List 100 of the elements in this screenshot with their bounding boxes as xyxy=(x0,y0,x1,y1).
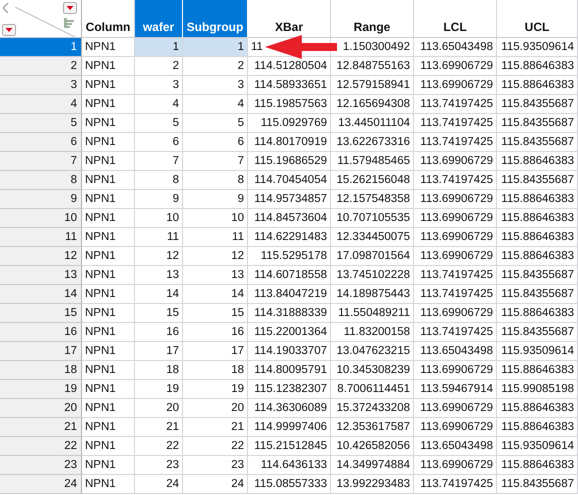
row-number[interactable]: 6 xyxy=(0,133,82,152)
table-cell: 10.426582056 xyxy=(331,437,414,456)
table-cell: 13.047623215 xyxy=(331,342,414,361)
table-cell: 115.88646383 xyxy=(497,76,578,95)
table-cell: 9 xyxy=(135,190,183,209)
column-header[interactable]: UCL xyxy=(497,0,578,38)
table-cell: NPN1 xyxy=(82,228,135,247)
table-cell: 113.84047219 xyxy=(248,285,331,304)
table-cell: 5 xyxy=(183,114,248,133)
row-number[interactable]: 9 xyxy=(0,190,82,209)
table-cell: 114.80170919 xyxy=(248,133,331,152)
table-cell: 8 xyxy=(135,171,183,190)
table-cell: 115.21512845 xyxy=(248,437,331,456)
table-cell: 115.84355687 xyxy=(497,95,578,114)
table-cell: NPN1 xyxy=(82,133,135,152)
table-cell: NPN1 xyxy=(82,285,135,304)
row-number[interactable]: 24 xyxy=(0,475,82,494)
table-cell: 16 xyxy=(183,323,248,342)
column-header[interactable]: wafer xyxy=(135,0,183,38)
table-cell: NPN1 xyxy=(82,266,135,285)
table-cell: 114.99997406 xyxy=(248,418,331,437)
row-number[interactable]: 12 xyxy=(0,247,82,266)
table-cell: NPN1 xyxy=(82,190,135,209)
table-cell: 12 xyxy=(135,247,183,266)
table-cell: 11 xyxy=(135,228,183,247)
table-cell: 7 xyxy=(183,152,248,171)
table-cell: 113.69906729 xyxy=(414,304,497,323)
table-cell: 16 xyxy=(135,323,183,342)
table-cell: 115.84355687 xyxy=(497,323,578,342)
table-cell: NPN1 xyxy=(82,171,135,190)
table-cell: 12.579158941 xyxy=(331,76,414,95)
row-number[interactable]: 2 xyxy=(0,57,82,76)
table-cell: 13.622673316 xyxy=(331,133,414,152)
column-header[interactable]: Subgroup xyxy=(183,0,248,38)
table-cell: 11.83200158 xyxy=(331,323,414,342)
row-number[interactable]: 18 xyxy=(0,361,82,380)
table-cell: 114.60718558 xyxy=(248,266,331,285)
table-cell: 113.69906729 xyxy=(414,247,497,266)
row-number[interactable]: 21 xyxy=(0,418,82,437)
collapse-icon[interactable] xyxy=(3,3,9,13)
table-cell: 6 xyxy=(135,133,183,152)
table-cell: 10 xyxy=(183,209,248,228)
table-cell: 115.88646383 xyxy=(497,247,578,266)
table-cell: 11.550489211 xyxy=(331,304,414,323)
row-number[interactable]: 8 xyxy=(0,171,82,190)
table-cell: 114.58933651 xyxy=(248,76,331,95)
table-cell: 20 xyxy=(183,399,248,418)
table-cell: 15.372433208 xyxy=(331,399,414,418)
table-cell: 22 xyxy=(135,437,183,456)
table-cell: 114.70454054 xyxy=(248,171,331,190)
table-cell: 12.165694308 xyxy=(331,95,414,114)
row-number[interactable]: 4 xyxy=(0,95,82,114)
table-cell: 5 xyxy=(135,114,183,133)
row-number[interactable]: 16 xyxy=(0,323,82,342)
table-cell: NPN1 xyxy=(82,152,135,171)
row-number[interactable]: 11 xyxy=(0,228,82,247)
table-cell: 17 xyxy=(135,342,183,361)
column-header[interactable]: Range xyxy=(331,0,414,38)
table-cell: 115.19686529 xyxy=(248,152,331,171)
column-header[interactable]: LCL xyxy=(414,0,497,38)
table-cell: 113.69906729 xyxy=(414,228,497,247)
table-cell: NPN1 xyxy=(82,456,135,475)
table-cell: 113.69906729 xyxy=(414,399,497,418)
row-number[interactable]: 23 xyxy=(0,456,82,475)
table-cell: 113.69906729 xyxy=(414,76,497,95)
table-cell: 115.88646383 xyxy=(497,209,578,228)
table-cell: 18 xyxy=(135,361,183,380)
dropdown-icon[interactable] xyxy=(2,24,16,36)
row-number[interactable]: 13 xyxy=(0,266,82,285)
table-cell: 22 xyxy=(183,437,248,456)
table-cell: 113.74197425 xyxy=(414,114,497,133)
row-number[interactable]: 10 xyxy=(0,209,82,228)
table-cell: 115.84355687 xyxy=(497,114,578,133)
table-cell: 12 xyxy=(183,247,248,266)
table-cell: 113.69906729 xyxy=(414,209,497,228)
table-cell: 115.88646383 xyxy=(497,304,578,323)
table-cell: 115.88646383 xyxy=(497,399,578,418)
table-cell: 19 xyxy=(135,380,183,399)
row-number[interactable]: 7 xyxy=(0,152,82,171)
row-number[interactable]: 5 xyxy=(0,114,82,133)
table-cell: 24 xyxy=(183,475,248,494)
row-number[interactable]: 19 xyxy=(0,380,82,399)
row-number[interactable]: 14 xyxy=(0,285,82,304)
dropdown-icon[interactable] xyxy=(63,2,77,14)
table-cell: NPN1 xyxy=(82,437,135,456)
row-number[interactable]: 15 xyxy=(0,304,82,323)
row-number[interactable]: 22 xyxy=(0,437,82,456)
table-cell: 13.445011104 xyxy=(331,114,414,133)
table-cell: 115.12382307 xyxy=(248,380,331,399)
table-cell: 115.88646383 xyxy=(497,190,578,209)
table-cell: 13.992293483 xyxy=(331,475,414,494)
table-cell: 113.59467914 xyxy=(414,380,497,399)
table-cell: 113.74197425 xyxy=(414,285,497,304)
row-number[interactable]: 17 xyxy=(0,342,82,361)
row-number[interactable]: 1 xyxy=(0,38,82,57)
row-number[interactable]: 20 xyxy=(0,399,82,418)
table-cell: 115.08557333 xyxy=(248,475,331,494)
row-number[interactable]: 3 xyxy=(0,76,82,95)
table-cell: 113.69906729 xyxy=(414,190,497,209)
table-cell: 115.88646383 xyxy=(497,152,578,171)
